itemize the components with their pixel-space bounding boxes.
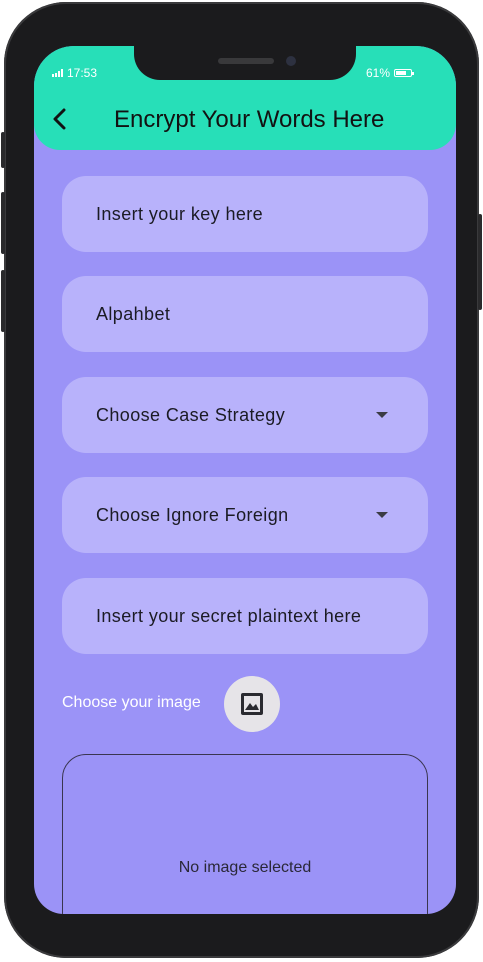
- notch: [134, 46, 356, 80]
- signal-icon: [52, 69, 63, 77]
- case-strategy-dropdown[interactable]: Choose Case Strategy: [62, 377, 428, 453]
- plaintext-input-placeholder: Insert your secret plaintext here: [96, 605, 362, 626]
- camera-icon: [286, 56, 296, 66]
- dropdown-arrow-icon: [376, 512, 388, 518]
- status-time: 17:53: [67, 66, 98, 80]
- speaker-grille: [218, 58, 274, 64]
- key-input[interactable]: Insert your key here: [62, 176, 428, 252]
- dropdown-arrow-icon: [376, 412, 388, 418]
- plaintext-input[interactable]: Insert your secret plaintext here: [62, 578, 428, 654]
- ignore-foreign-label: Choose Ignore Foreign: [96, 504, 289, 525]
- ignore-foreign-dropdown[interactable]: Choose Ignore Foreign: [62, 477, 428, 553]
- battery-percent: 61%: [365, 66, 390, 80]
- side-button: [1, 132, 5, 168]
- phone-frame: Encrypt Your Words Here 17:53 61% Insert…: [1, 2, 482, 958]
- choose-image-label: Choose your image: [62, 694, 201, 711]
- app-screen: Encrypt Your Words Here 17:53 61% Insert…: [34, 46, 456, 914]
- page-title: Encrypt Your Words Here: [114, 106, 385, 133]
- image-preview: No image selected: [62, 754, 428, 914]
- arrow-back-icon[interactable]: [46, 104, 76, 134]
- battery-icon: [394, 69, 414, 77]
- no-image-text: No image selected: [178, 859, 312, 876]
- power-button: [478, 214, 482, 310]
- alphabet-input-value: Alpahbet: [96, 303, 171, 324]
- side-button: [1, 270, 5, 332]
- choose-image-button[interactable]: [224, 676, 280, 732]
- case-strategy-label: Choose Case Strategy: [96, 404, 286, 425]
- image-icon: [241, 693, 263, 715]
- key-input-placeholder: Insert your key here: [96, 203, 264, 224]
- alphabet-input[interactable]: Alpahbet: [62, 276, 428, 352]
- side-button: [1, 192, 5, 254]
